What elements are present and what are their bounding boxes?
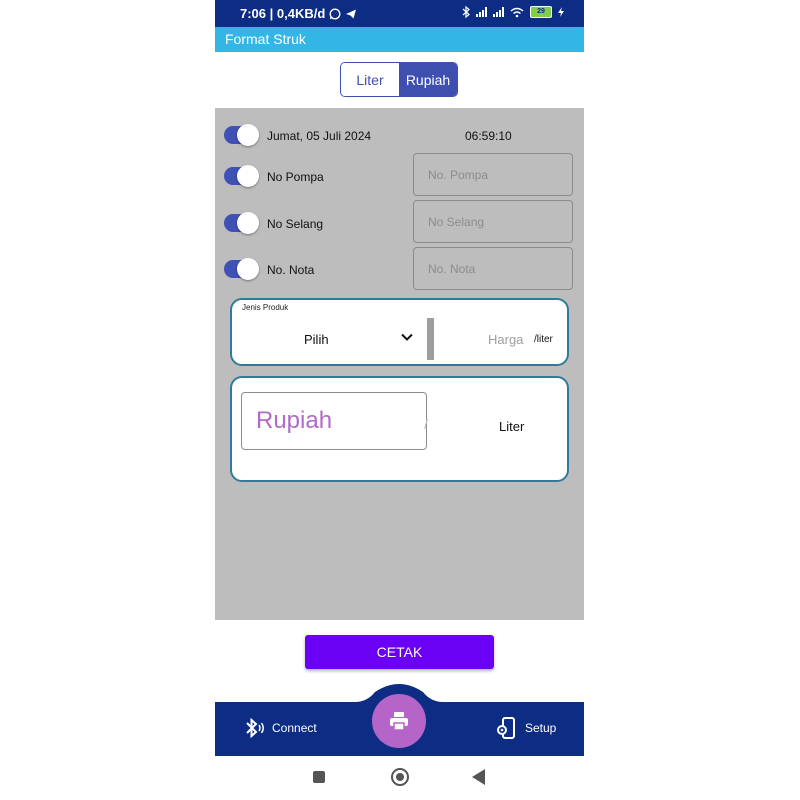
whatsapp-icon — [329, 8, 341, 19]
wifi-icon — [510, 7, 524, 17]
connect-nav-item[interactable]: Connect — [242, 716, 317, 740]
form-panel: Jumat, 05 Juli 2024 06:59:10 No Pompa No… — [215, 108, 584, 620]
print-fab[interactable] — [372, 694, 426, 748]
app-title: Format Struk — [225, 31, 306, 47]
toggle-knob — [237, 165, 259, 187]
toggle-knob — [237, 258, 259, 280]
no-selang-input[interactable] — [414, 201, 572, 242]
no-nota-toggle[interactable] — [224, 258, 259, 280]
amount-card: / Liter — [230, 376, 569, 482]
cetak-button[interactable]: CETAK — [305, 635, 494, 669]
status-bar: 7:06 | 0,4KB/d 29 — [215, 0, 584, 27]
no-nota-label: No. Nota — [267, 263, 315, 277]
rupiah-field — [241, 392, 427, 450]
date-label: Jumat, 05 Juli 2024 — [267, 129, 372, 143]
bluetooth-icon — [462, 6, 470, 18]
toggle-knob — [237, 212, 259, 234]
no-selang-label: No Selang — [267, 217, 324, 231]
charging-icon — [558, 7, 564, 17]
bluetooth-audio-icon — [246, 717, 264, 739]
chevron-down-icon[interactable] — [400, 330, 414, 344]
no-selang-field — [413, 200, 573, 243]
harga-input[interactable]: Harga — [488, 332, 523, 347]
divider — [427, 318, 434, 360]
battery-icon: 29 — [530, 6, 552, 18]
no-nota-field — [413, 247, 573, 290]
liter-value-label: Liter — [499, 419, 525, 434]
jenis-produk-label: Jenis Produk — [242, 303, 289, 312]
date-toggle[interactable] — [224, 124, 259, 146]
setup-label: Setup — [525, 721, 557, 735]
no-pompa-field — [413, 153, 573, 196]
system-navigation — [215, 756, 584, 800]
product-dropdown[interactable]: Pilih — [304, 332, 329, 347]
separator-slash: / — [424, 416, 428, 432]
home-icon[interactable] — [391, 768, 409, 786]
no-pompa-input[interactable] — [414, 154, 572, 195]
phone-screen: 7:06 | 0,4KB/d 29 Format Struk Liter Rup… — [215, 0, 584, 800]
telegram-icon — [346, 9, 357, 18]
rupiah-tab[interactable]: Rupiah — [399, 63, 457, 96]
time-label: 06:59:10 — [465, 129, 512, 143]
no-nota-input[interactable] — [414, 248, 572, 289]
no-selang-toggle[interactable] — [224, 212, 259, 234]
settings-phone-icon — [497, 717, 515, 739]
signal-icon-2 — [493, 7, 504, 17]
connect-label: Connect — [272, 721, 317, 735]
status-time: 7:06 | 0,4KB/d — [240, 6, 326, 21]
product-card: Jenis Produk Pilih Harga /liter — [230, 298, 569, 366]
mode-segmented-control: Liter Rupiah — [340, 62, 458, 97]
recents-icon[interactable] — [313, 771, 325, 783]
no-pompa-toggle[interactable] — [224, 165, 259, 187]
toggle-knob — [237, 124, 259, 146]
no-pompa-label: No Pompa — [267, 170, 324, 184]
per-liter-unit: /liter — [534, 334, 553, 345]
printer-icon — [390, 712, 408, 731]
signal-icon — [476, 7, 487, 17]
back-icon[interactable] — [472, 769, 485, 785]
app-bar: Format Struk — [215, 27, 584, 52]
liter-tab[interactable]: Liter — [341, 63, 399, 96]
setup-nav-item[interactable]: Setup — [495, 716, 556, 740]
rupiah-input[interactable] — [242, 393, 426, 449]
